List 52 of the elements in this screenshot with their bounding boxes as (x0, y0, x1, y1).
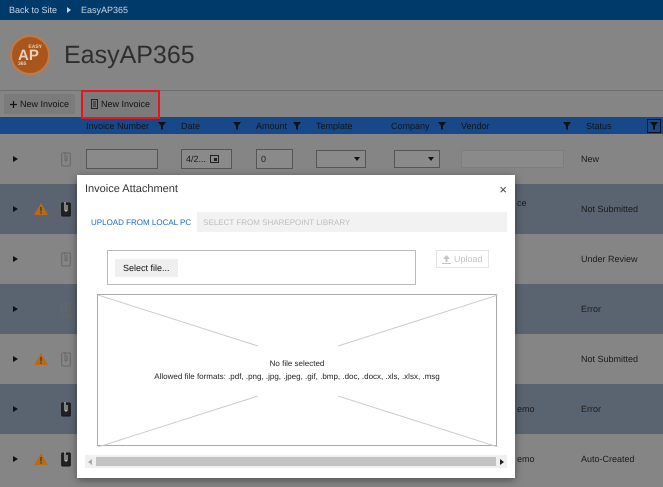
filter-icon[interactable] (157, 120, 167, 130)
caret-icon (354, 157, 360, 161)
status-text: New (581, 154, 600, 164)
filter-icon[interactable] (437, 120, 447, 130)
vendor-text: ce (517, 198, 527, 208)
expand-icon[interactable] (12, 206, 18, 212)
expand-icon[interactable] (12, 156, 18, 162)
attachment-icon[interactable] (61, 451, 71, 467)
select-file-button[interactable]: Select file... (115, 258, 178, 276)
document-icon (91, 99, 98, 109)
invoice-number-field[interactable] (86, 149, 158, 169)
vendor-text: emo (517, 404, 535, 414)
breadcrumb-link[interactable]: Back to Site (9, 5, 58, 15)
status-text: Under Review (581, 254, 638, 264)
filter-icon[interactable] (232, 120, 242, 130)
filter-icon[interactable] (649, 120, 659, 130)
attachment-icon[interactable] (61, 201, 71, 217)
close-button[interactable]: × (499, 182, 507, 196)
horizontal-scrollbar[interactable] (85, 455, 507, 468)
filter-icon[interactable] (292, 120, 302, 130)
expand-icon[interactable] (12, 306, 18, 312)
date-field[interactable]: 4/2... (181, 149, 232, 169)
new-invoice-button[interactable]: New Invoice (81, 90, 160, 118)
expand-icon[interactable] (12, 256, 18, 262)
breadcrumb-link[interactable]: EasyAP365 (81, 5, 128, 15)
caret-icon (428, 157, 434, 161)
scroll-right-icon[interactable] (500, 458, 504, 464)
app-title: EasyAP365 (64, 40, 195, 70)
expand-icon[interactable] (12, 356, 18, 362)
status-text: Not Submitted (581, 204, 638, 214)
expand-icon[interactable] (12, 406, 18, 412)
expand-icon[interactable] (12, 456, 18, 462)
formats-note: Allowed file formats: .pdf, .png, .jpg, .jpeg, .gif, .bmp, .doc, .docx, .xls, .xlsx, .msg (154, 372, 440, 381)
file-field[interactable]: Select file... (107, 250, 416, 285)
calendar-icon[interactable] (210, 155, 220, 163)
company-dropdown[interactable] (394, 150, 440, 168)
scroll-left-icon[interactable] (88, 458, 92, 464)
template-dropdown[interactable] (316, 150, 366, 168)
status-text: Error (581, 304, 601, 314)
upload-icon (442, 254, 451, 264)
chevron-icon (67, 7, 72, 13)
attachment-icon[interactable] (61, 401, 71, 417)
status-text: Error (581, 404, 601, 414)
status-text: Auto-Created (581, 454, 635, 464)
plus-icon (10, 100, 17, 108)
status-text: Not Submitted (581, 354, 638, 364)
vendor-text: emo (517, 454, 535, 464)
empty-message: No file selected (270, 359, 324, 368)
dialog-title: Invoice Attachment (85, 183, 178, 195)
amount-field[interactable]: 0 (256, 149, 293, 169)
filter-icon[interactable] (562, 120, 572, 130)
new-invoice-button[interactable]: New Invoice (4, 94, 76, 114)
